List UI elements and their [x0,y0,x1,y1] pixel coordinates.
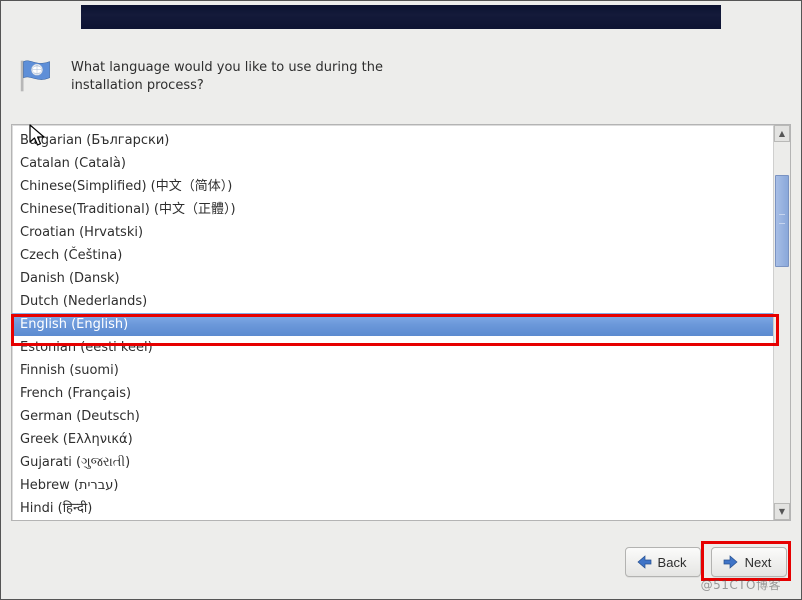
list-item[interactable]: Dutch (Nederlands) [12,290,773,313]
watermark-text: @51CTO博客 [701,576,781,593]
prompt-text: What language would you like to use duri… [71,56,383,95]
language-flag-icon [19,58,55,94]
arrow-left-icon [636,555,652,569]
list-item[interactable]: English (English) [12,313,773,336]
language-listbox[interactable]: Bulgarian (Български)Catalan (Català)Chi… [11,124,791,521]
header-banner [81,5,721,29]
list-item[interactable]: Bulgarian (Български) [12,129,773,152]
scroll-down-button[interactable]: ▼ [774,503,790,520]
button-bar: Back Next [625,547,787,577]
next-button[interactable]: Next [711,547,787,577]
arrow-right-icon [723,555,739,569]
list-item[interactable]: German (Deutsch) [12,405,773,428]
prompt-line1: What language would you like to use duri… [71,60,383,75]
list-item[interactable]: Gujarati (ગુજરાતી) [12,451,773,474]
list-item[interactable]: Chinese(Simplified) (中文（简体）) [12,175,773,198]
list-item[interactable]: Hindi (हिन्दी) [12,497,773,520]
prompt-row: What language would you like to use duri… [19,56,783,106]
back-button-label: Back [658,555,687,570]
list-item[interactable]: French (Français) [12,382,773,405]
list-item[interactable]: Croatian (Hrvatski) [12,221,773,244]
installer-window: What language would you like to use duri… [0,0,802,600]
list-item[interactable]: Estonian (eesti keel) [12,336,773,359]
list-item[interactable]: Czech (Čeština) [12,244,773,267]
prompt-line2: installation process? [71,78,204,93]
list-item[interactable]: Chinese(Traditional) (中文（正體）) [12,198,773,221]
language-list-body: Bulgarian (Български)Catalan (Català)Chi… [12,125,773,520]
next-button-label: Next [745,555,772,570]
list-item[interactable]: Hebrew (עברית) [12,474,773,497]
list-item[interactable]: Catalan (Català) [12,152,773,175]
scroll-up-button[interactable]: ▲ [774,125,790,142]
back-button[interactable]: Back [625,547,701,577]
scrollbar[interactable]: ▲ ▼ [773,125,790,520]
list-item[interactable]: Greek (Ελληνικά) [12,428,773,451]
list-item[interactable]: Finnish (suomi) [12,359,773,382]
scroll-thumb[interactable] [775,175,789,267]
list-item[interactable]: Danish (Dansk) [12,267,773,290]
